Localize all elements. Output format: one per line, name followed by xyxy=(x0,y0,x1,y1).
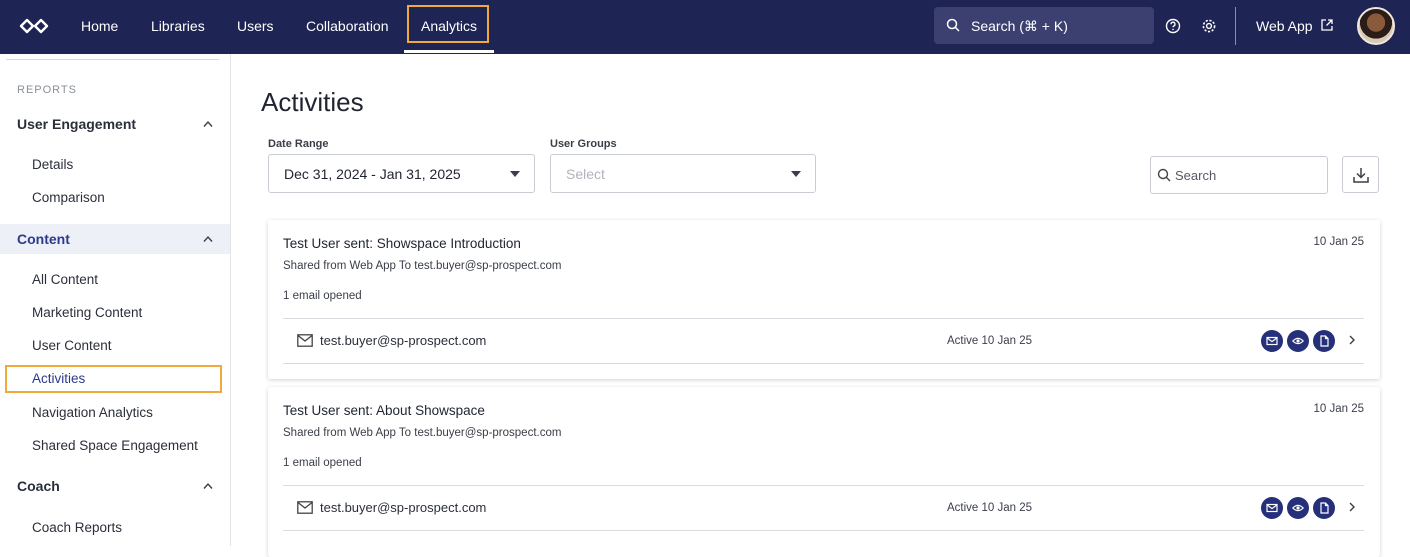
sidebar-section-coach[interactable]: Coach xyxy=(0,471,230,501)
user-groups-select[interactable]: Select xyxy=(550,154,816,193)
sidebar-section-user-engagement[interactable]: User Engagement xyxy=(0,109,230,139)
sidebar-section-title: Content xyxy=(17,231,70,247)
activity-date: 10 Jan 25 xyxy=(1313,236,1364,248)
user-groups-label: User Groups xyxy=(550,138,617,150)
user-avatar[interactable] xyxy=(1357,7,1395,45)
web-app-link[interactable]: Web App xyxy=(1256,18,1313,34)
eye-icon[interactable] xyxy=(1287,497,1309,519)
date-range-label: Date Range xyxy=(268,138,329,150)
sidebar-section-label: REPORTS xyxy=(17,84,77,96)
global-search-placeholder: Search (⌘ + K) xyxy=(971,18,1068,34)
document-icon[interactable] xyxy=(1313,497,1335,519)
recipient-row[interactable]: test.buyer@sp-prospect.com Active 10 Jan… xyxy=(283,486,1364,530)
sidebar-section-content[interactable]: Content xyxy=(0,224,230,254)
nav-home[interactable]: Home xyxy=(67,0,132,54)
activity-shared-text: Shared from Web App To test.buyer@sp-pro… xyxy=(283,427,562,439)
mail-icon xyxy=(297,501,313,514)
logo-icon[interactable] xyxy=(18,14,50,38)
recipient-active-date: Active 10 Jan 25 xyxy=(947,502,1033,514)
settings-gear-icon[interactable] xyxy=(1200,17,1218,35)
external-link-icon[interactable] xyxy=(1320,18,1334,32)
card-divider xyxy=(283,363,1364,364)
date-range-value: Dec 31, 2024 - Jan 31, 2025 xyxy=(284,166,461,182)
activity-card: Test User sent: Showspace Introduction 1… xyxy=(268,220,1380,379)
activity-open-count: 1 email opened xyxy=(283,457,362,469)
nav-collaboration[interactable]: Collaboration xyxy=(292,0,403,54)
chevron-right-icon[interactable] xyxy=(1348,502,1356,512)
top-navigation-bar: Home Libraries Users Collaboration Analy… xyxy=(0,0,1410,54)
activity-title: Test User sent: Showspace Introduction xyxy=(283,236,521,251)
document-icon[interactable] xyxy=(1313,330,1335,352)
global-search[interactable]: Search (⌘ + K) xyxy=(934,7,1154,44)
sidebar-section-title: User Engagement xyxy=(17,116,137,132)
mail-icon xyxy=(297,334,313,347)
topbar-divider xyxy=(1235,7,1236,45)
nav-active-indicator xyxy=(404,50,494,53)
card-divider xyxy=(283,530,1364,531)
activity-title: Test User sent: About Showspace xyxy=(283,403,485,418)
sidebar-item-marketing-content[interactable]: Marketing Content xyxy=(32,305,142,320)
sidebar-divider xyxy=(6,59,219,60)
caret-down-icon xyxy=(510,171,520,177)
date-range-select[interactable]: Dec 31, 2024 - Jan 31, 2025 xyxy=(268,154,535,193)
recipient-row[interactable]: test.buyer@sp-prospect.com Active 10 Jan… xyxy=(283,319,1364,363)
mail-icon[interactable] xyxy=(1261,497,1283,519)
sidebar-item-shared-space-engagement[interactable]: Shared Space Engagement xyxy=(32,438,198,453)
activity-search[interactable] xyxy=(1150,156,1328,194)
search-icon xyxy=(946,18,960,32)
activity-open-count: 1 email opened xyxy=(283,290,362,302)
user-groups-placeholder: Select xyxy=(566,166,605,182)
help-icon[interactable] xyxy=(1164,17,1182,35)
nav-users[interactable]: Users xyxy=(223,0,288,54)
recipient-email: test.buyer@sp-prospect.com xyxy=(320,333,487,348)
chevron-right-icon[interactable] xyxy=(1348,335,1356,345)
caret-down-icon xyxy=(791,171,801,177)
analytics-highlight-box xyxy=(407,5,489,43)
sidebar-item-user-content[interactable]: User Content xyxy=(32,338,112,353)
chevron-up-icon xyxy=(203,235,213,242)
sidebar-item-details[interactable]: Details xyxy=(32,157,73,172)
sidebar-item-all-content[interactable]: All Content xyxy=(32,272,98,287)
sidebar-item-coach-reports[interactable]: Coach Reports xyxy=(32,520,122,535)
sidebar-item-navigation-analytics[interactable]: Navigation Analytics xyxy=(32,405,153,420)
nav-libraries[interactable]: Libraries xyxy=(137,0,219,54)
sidebar-section-title: Coach xyxy=(17,478,60,494)
download-button[interactable] xyxy=(1342,156,1379,193)
sidebar: REPORTS User Engagement Details Comparis… xyxy=(0,54,231,546)
activity-shared-text: Shared from Web App To test.buyer@sp-pro… xyxy=(283,260,562,272)
chevron-up-icon xyxy=(203,120,213,127)
page-title: Activities xyxy=(261,87,364,117)
chevron-up-icon xyxy=(203,482,213,489)
activities-highlight-box xyxy=(5,365,222,393)
recipient-email: test.buyer@sp-prospect.com xyxy=(320,500,487,515)
activity-card: Test User sent: About Showspace 10 Jan 2… xyxy=(268,387,1380,557)
recipient-active-date: Active 10 Jan 25 xyxy=(947,335,1033,347)
search-icon xyxy=(1157,168,1171,182)
activity-date: 10 Jan 25 xyxy=(1313,403,1364,415)
mail-icon[interactable] xyxy=(1261,330,1283,352)
download-icon xyxy=(1353,168,1369,183)
sidebar-item-comparison[interactable]: Comparison xyxy=(32,190,105,205)
activity-search-input[interactable] xyxy=(1175,165,1323,185)
eye-icon[interactable] xyxy=(1287,330,1309,352)
